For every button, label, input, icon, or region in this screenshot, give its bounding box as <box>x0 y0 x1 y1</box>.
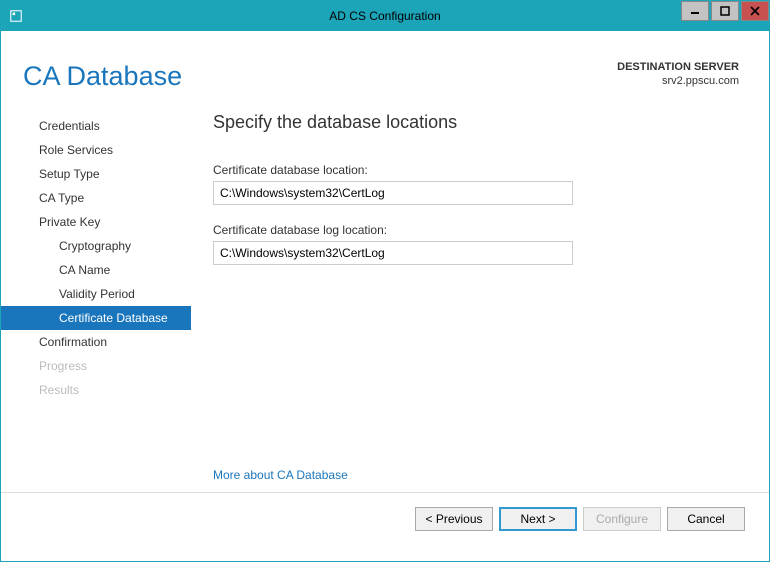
footer: < Previous Next > Configure Cancel <box>1 492 769 545</box>
sidebar-item-role-services[interactable]: Role Services <box>1 138 191 162</box>
maximize-button[interactable] <box>711 1 739 21</box>
more-about-link[interactable]: More about CA Database <box>213 468 348 482</box>
titlebar: AD CS Configuration <box>1 1 769 31</box>
configure-button[interactable]: Configure <box>583 507 661 531</box>
minimize-button[interactable] <box>681 1 709 21</box>
destination-server: DESTINATION SERVER srv2.ppscu.com <box>617 61 739 92</box>
db-log-location-label: Certificate database log location: <box>213 223 739 237</box>
sidebar-item-results: Results <box>1 378 191 402</box>
sidebar-item-private-key[interactable]: Private Key <box>1 210 191 234</box>
sidebar-item-ca-name[interactable]: CA Name <box>1 258 191 282</box>
page-title: CA Database <box>23 61 182 92</box>
destination-label: DESTINATION SERVER <box>617 61 739 73</box>
previous-button[interactable]: < Previous <box>415 507 493 531</box>
sidebar-item-confirmation[interactable]: Confirmation <box>1 330 191 354</box>
wizard-sidebar: CredentialsRole ServicesSetup TypeCA Typ… <box>1 102 191 492</box>
sidebar-item-credentials[interactable]: Credentials <box>1 114 191 138</box>
db-location-label: Certificate database location: <box>213 163 739 177</box>
db-log-location-input[interactable] <box>213 241 573 265</box>
sidebar-item-cryptography[interactable]: Cryptography <box>1 234 191 258</box>
sidebar-item-progress: Progress <box>1 354 191 378</box>
sidebar-item-certificate-database[interactable]: Certificate Database <box>1 306 191 330</box>
next-button[interactable]: Next > <box>499 507 577 531</box>
header: CA Database DESTINATION SERVER srv2.ppsc… <box>1 31 769 102</box>
window-controls <box>679 1 769 23</box>
sidebar-item-validity-period[interactable]: Validity Period <box>1 282 191 306</box>
main-panel: Specify the database locations Certifica… <box>191 102 769 492</box>
destination-value: srv2.ppscu.com <box>617 75 739 87</box>
db-location-input[interactable] <box>213 181 573 205</box>
close-button[interactable] <box>741 1 769 21</box>
app-icon <box>1 1 31 31</box>
cancel-button[interactable]: Cancel <box>667 507 745 531</box>
main-heading: Specify the database locations <box>213 112 739 133</box>
sidebar-item-setup-type[interactable]: Setup Type <box>1 162 191 186</box>
window-title: AD CS Configuration <box>1 9 769 23</box>
sidebar-item-ca-type[interactable]: CA Type <box>1 186 191 210</box>
